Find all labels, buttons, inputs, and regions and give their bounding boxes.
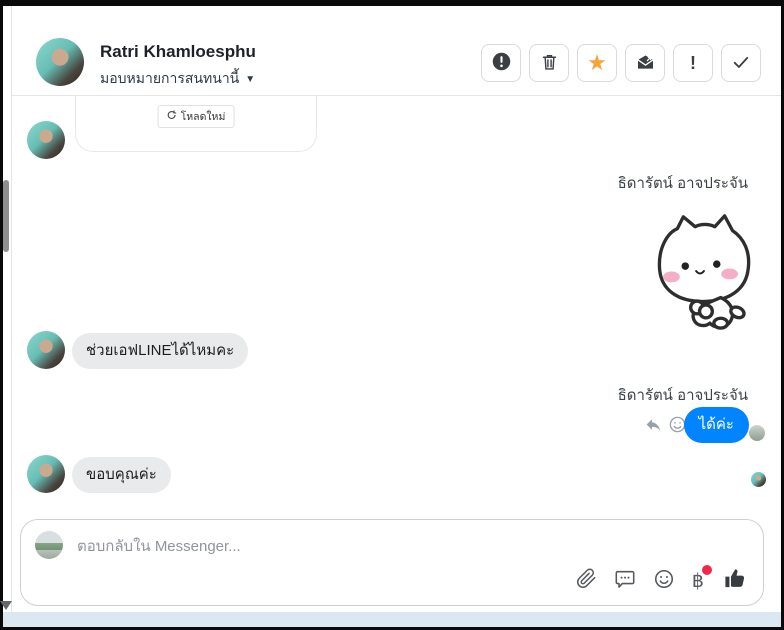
follow-up-button[interactable]: ★: [577, 44, 617, 82]
paperclip-icon[interactable]: [576, 568, 597, 594]
mark-unread-button[interactable]: [625, 44, 665, 82]
cat-sticker: [638, 210, 766, 332]
trash-icon: [540, 52, 559, 75]
exclamation-icon: !: [690, 52, 696, 73]
notification-dot: [702, 564, 712, 575]
attachment-bubble-partial: โหลดใหม่: [75, 96, 317, 152]
reload-icon: [167, 110, 177, 123]
scrollbar-thumb[interactable]: [3, 180, 9, 252]
mark-done-button[interactable]: [721, 44, 761, 82]
bottom-strip: [3, 612, 781, 627]
mail-unread-icon: [635, 52, 656, 75]
reply-composer: ฿: [20, 519, 764, 606]
agent-name-label: ธิดารัตน์ อาจประจัน: [617, 387, 748, 404]
agent-mini-avatar: [749, 425, 765, 441]
contact-name: Ratri Khamloesphu: [100, 42, 256, 61]
customer-avatar: [27, 331, 65, 369]
reload-label: โหลดใหม่: [180, 111, 226, 123]
contact-avatar: [36, 38, 84, 86]
message-bubble-customer[interactable]: ขอบคุณค่ะ: [72, 457, 171, 493]
message-bubble-agent[interactable]: ได้ค่ะ: [683, 407, 749, 443]
seen-indicator-avatar: [751, 472, 766, 487]
page-avatar: [35, 531, 63, 559]
reply-icon[interactable]: [644, 416, 662, 438]
star-icon: ★: [587, 50, 607, 75]
scrollbar-down-arrow[interactable]: [0, 601, 12, 610]
conversation-toolbar: ★ !: [481, 44, 761, 82]
assign-conversation-dropdown[interactable]: มอบหมายการสนทนานี้ ▼: [100, 68, 255, 90]
check-icon: [731, 52, 751, 75]
payment-icon[interactable]: ฿: [691, 564, 712, 592]
messenger-chat-window: Ratri Khamloesphu มอบหมายการสนทนานี้ ▼ ★: [0, 0, 784, 630]
composer-icons: ฿: [576, 564, 747, 595]
agent-name-label: ธิดารัตน์ อาจประจัน: [617, 175, 748, 192]
chevron-down-icon: ▼: [245, 73, 256, 85]
customer-avatar: [27, 121, 65, 159]
emoji-icon[interactable]: [653, 568, 675, 595]
mark-spam-button[interactable]: !: [673, 44, 713, 82]
assign-label: มอบหมายการสนทนานี้: [100, 70, 240, 86]
report-button[interactable]: [481, 44, 521, 82]
customer-avatar: [27, 455, 65, 493]
exclamation-circle-icon: [491, 51, 512, 75]
message-bubble-customer[interactable]: ช่วยเอฟLINEได้ไหมคะ: [72, 333, 249, 369]
delete-button[interactable]: [529, 44, 569, 82]
left-panel-divider: [11, 6, 12, 627]
thumbs-up-icon[interactable]: [723, 567, 747, 595]
conversation-header: Ratri Khamloesphu มอบหมายการสนทนานี้ ▼ ★: [12, 6, 781, 96]
reply-input[interactable]: [75, 532, 719, 560]
saved-replies-icon[interactable]: [614, 568, 636, 595]
reload-button[interactable]: โหลดใหม่: [157, 105, 235, 128]
baht-symbol: ฿: [691, 570, 704, 592]
